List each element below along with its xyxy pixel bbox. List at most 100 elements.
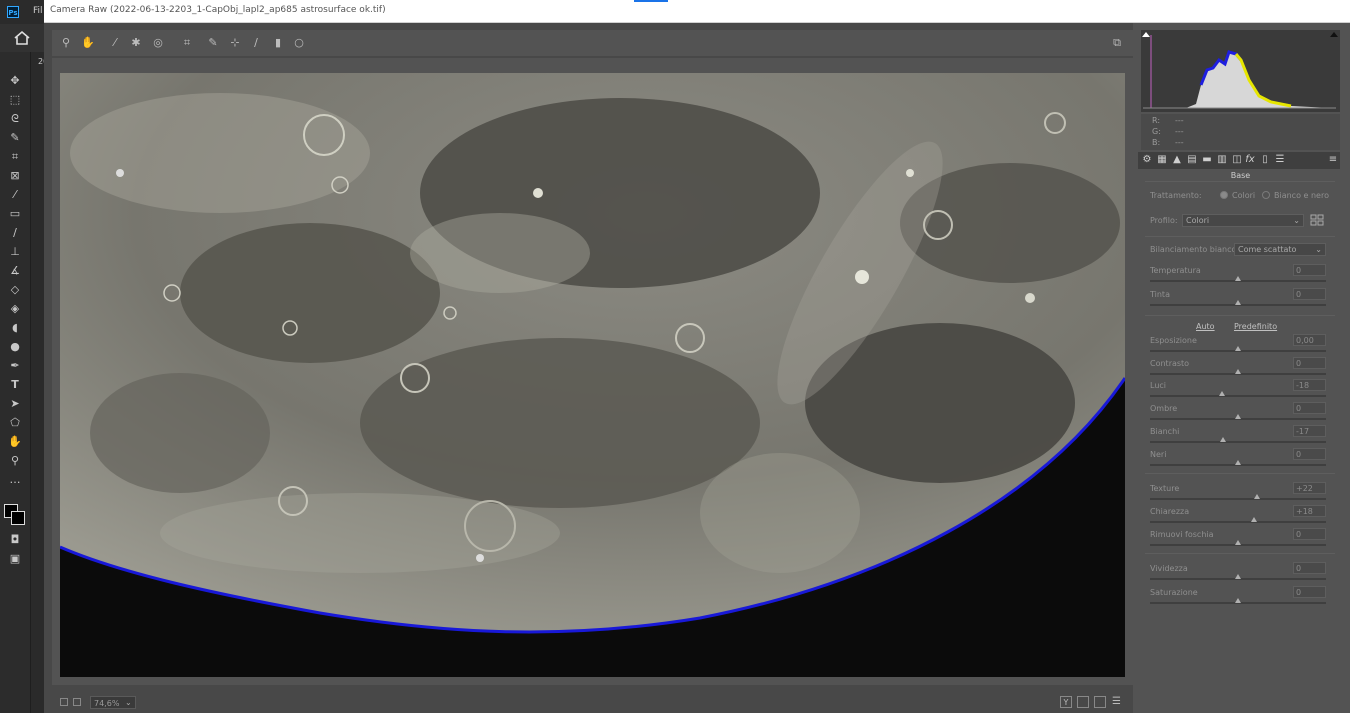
pen-tool-icon[interactable]: ✒ [6, 358, 24, 374]
profile-select[interactable]: Colori ⌄ [1182, 214, 1304, 227]
shape-tool-icon[interactable]: ⬠ [6, 415, 24, 431]
menu-file[interactable]: Fil [33, 6, 43, 16]
slider-value-input[interactable]: +18 [1293, 505, 1326, 517]
profile-browser-icon[interactable] [1310, 214, 1324, 226]
frame-tool-icon[interactable]: ⊠ [6, 168, 24, 184]
slider-value-input[interactable]: +22 [1293, 482, 1326, 494]
white-balance-icon[interactable]: ⁄ [108, 36, 122, 50]
slider-value-input[interactable]: 0 [1293, 562, 1326, 574]
shadow-clipping-icon[interactable] [1141, 30, 1151, 38]
slider-value-input[interactable]: -18 [1293, 379, 1326, 391]
healing-tool-icon[interactable]: ▭ [6, 206, 24, 222]
profile-value: Colori [1186, 216, 1210, 225]
zoom-out-button[interactable] [60, 698, 68, 706]
crop-icon[interactable]: ⌗ [180, 36, 194, 50]
copy-settings-icon[interactable] [1094, 696, 1106, 708]
radio-bw[interactable] [1262, 191, 1270, 199]
tab-split-toning-icon[interactable]: ▬ [1201, 154, 1213, 166]
tab-presets-icon[interactable]: ☰ [1274, 154, 1286, 166]
dodge-tool-icon[interactable]: ● [6, 339, 24, 355]
profile-label: Profilo: [1150, 216, 1178, 225]
slider-value-input[interactable]: 0 [1293, 357, 1326, 369]
adjustment-brush-icon[interactable]: ∕ [249, 36, 263, 50]
graduated-filter-icon[interactable]: ▮ [271, 36, 285, 50]
spot-removal-icon[interactable]: ✎ [206, 36, 220, 50]
slider-label: Chiarezza [1150, 507, 1190, 516]
quick-mask-icon[interactable]: ◘ [6, 532, 24, 548]
tab-hsl-icon[interactable]: ▤ [1186, 154, 1198, 166]
move-tool-icon[interactable]: ✥ [6, 73, 24, 89]
slider-thumb[interactable] [1235, 460, 1241, 465]
type-tool-icon[interactable]: T [6, 377, 24, 393]
open-preferences-icon[interactable]: ⧉ [1110, 36, 1124, 50]
settings-toggle-icon[interactable]: ☰ [1112, 696, 1121, 707]
slider-thumb[interactable] [1220, 437, 1227, 442]
tab-calibration-icon[interactable]: ▯ [1259, 154, 1271, 166]
radio-color[interactable] [1220, 191, 1228, 199]
slider-value-input[interactable]: 0 [1293, 264, 1326, 276]
slider-value-input[interactable]: 0 [1293, 448, 1326, 460]
before-after-icon[interactable]: Y [1060, 696, 1072, 708]
eraser-tool-icon[interactable]: ◇ [6, 282, 24, 298]
eyedropper-tool-icon[interactable]: ⁄ [6, 187, 24, 203]
red-eye-icon[interactable]: ⊹ [228, 36, 242, 50]
image-preview[interactable] [60, 73, 1125, 677]
brush-tool-icon[interactable]: ∕ [6, 225, 24, 241]
tab-curves-icon[interactable]: ▦ [1156, 154, 1168, 166]
home-button[interactable] [0, 24, 44, 52]
background-color-swatch[interactable] [11, 511, 25, 525]
slider-track[interactable] [1150, 521, 1326, 523]
tab-basic-icon[interactable]: ⚙ [1141, 154, 1153, 166]
tab-effects-icon[interactable]: fx [1244, 154, 1256, 166]
slider-thumb[interactable] [1219, 391, 1226, 396]
tab-lens-icon[interactable]: ▥ [1216, 154, 1228, 166]
slider-thumb[interactable] [1254, 494, 1261, 499]
targeted-adjust-icon[interactable]: ◎ [151, 36, 165, 50]
quick-select-tool-icon[interactable]: ✎ [6, 130, 24, 146]
slider-thumb[interactable] [1250, 517, 1257, 522]
slider-thumb[interactable] [1235, 276, 1241, 281]
hand-icon[interactable]: ✋ [81, 36, 95, 50]
slider-value-input[interactable]: 0,00 [1293, 334, 1326, 346]
lasso-tool-icon[interactable]: ᘓ [6, 111, 24, 127]
history-brush-tool-icon[interactable]: ∡ [6, 263, 24, 279]
radial-filter-icon[interactable]: ○ [292, 36, 306, 50]
divider [1145, 236, 1335, 237]
marquee-tool-icon[interactable]: ⬚ [6, 92, 24, 108]
slider-value-input[interactable]: 0 [1293, 288, 1326, 300]
slider-value-input[interactable]: -17 [1293, 425, 1326, 437]
more-tools-icon[interactable]: … [6, 472, 24, 488]
slider-value-input[interactable]: 0 [1293, 586, 1326, 598]
zoom-tool-icon[interactable]: ⚲ [6, 453, 24, 469]
zoom-in-button[interactable] [73, 698, 81, 706]
slider-value-input[interactable]: 0 [1293, 402, 1326, 414]
gradient-tool-icon[interactable]: ◈ [6, 301, 24, 317]
slider-thumb[interactable] [1235, 574, 1241, 579]
slider-thumb[interactable] [1235, 346, 1241, 351]
wb-select[interactable]: Come scattato ⌄ [1234, 243, 1326, 256]
slider-value-input[interactable]: 0 [1293, 528, 1326, 540]
tab-detail-icon[interactable]: ▲ [1171, 154, 1183, 166]
crop-tool-icon[interactable]: ⌗ [6, 149, 24, 165]
slider-track[interactable] [1150, 441, 1326, 443]
panel-menu-icon[interactable]: ≡ [1327, 154, 1339, 166]
slider-thumb[interactable] [1235, 598, 1241, 603]
slider-thumb[interactable] [1235, 300, 1241, 305]
zoom-icon[interactable]: ⚲ [59, 36, 73, 50]
swap-before-after-icon[interactable] [1077, 696, 1089, 708]
default-link[interactable]: Predefinito [1234, 322, 1277, 331]
auto-link[interactable]: Auto [1196, 322, 1215, 331]
slider-thumb[interactable] [1235, 540, 1241, 545]
slider-thumb[interactable] [1235, 369, 1241, 374]
stamp-tool-icon[interactable]: ⊥ [6, 244, 24, 260]
highlight-clipping-icon[interactable] [1329, 30, 1339, 38]
blur-tool-icon[interactable]: ◖ [6, 320, 24, 336]
hand-tool-icon[interactable]: ✋ [6, 434, 24, 450]
slider-track[interactable] [1150, 395, 1326, 397]
screen-mode-icon[interactable]: ▣ [6, 551, 24, 567]
tab-transform-icon[interactable]: ◫ [1231, 154, 1243, 166]
slider-track[interactable] [1150, 498, 1326, 500]
color-sampler-icon[interactable]: ✱ [129, 36, 143, 50]
slider-thumb[interactable] [1235, 414, 1241, 419]
path-select-tool-icon[interactable]: ➤ [6, 396, 24, 412]
